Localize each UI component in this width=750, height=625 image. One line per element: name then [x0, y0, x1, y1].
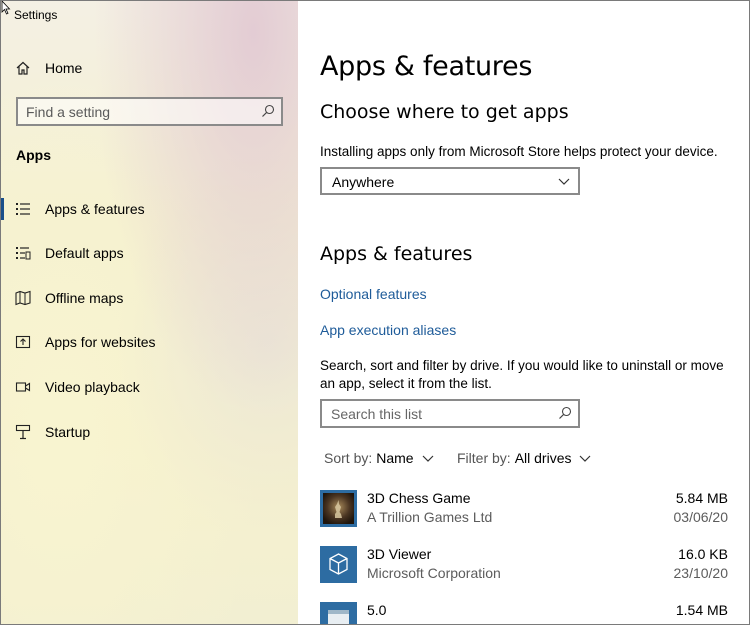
sidebar-item-label: Offline maps: [45, 290, 124, 306]
app-name: 5.0: [367, 602, 387, 618]
video-playback-icon: [15, 382, 31, 392]
search-list-input[interactable]: [331, 405, 546, 423]
app-window-icon: [320, 602, 357, 624]
sidebar-section-apps: Apps: [16, 147, 51, 163]
search-icon[interactable]: [261, 104, 275, 118]
chevron-down-icon: [580, 455, 591, 462]
startup-icon: [15, 424, 31, 440]
page-title: Apps & features: [320, 51, 533, 82]
app-source-dropdown[interactable]: Anywhere: [320, 167, 580, 195]
sidebar-item-video-playback[interactable]: Video playback: [1, 369, 298, 405]
sidebar-item-label: Video playback: [45, 379, 140, 395]
search-icon[interactable]: [558, 406, 572, 420]
dropdown-value: Anywhere: [332, 174, 395, 190]
sort-by-value: Name: [376, 450, 414, 466]
app-install-date: 23/10/20: [673, 565, 729, 581]
apps-for-websites-icon: [15, 335, 31, 349]
sidebar-item-default-apps[interactable]: Default apps: [1, 235, 298, 271]
list-item[interactable]: 3D Chess Game A Trillion Games Ltd 5.84 …: [320, 490, 749, 538]
sidebar-item-label: Default apps: [45, 245, 124, 261]
sidebar-item-startup[interactable]: Startup: [1, 414, 298, 450]
window-title: Settings: [14, 8, 58, 22]
sidebar-item-label: Startup: [45, 424, 91, 440]
sidebar-item-label: Apps & features: [45, 201, 145, 217]
app-size: 1.54 MB: [675, 602, 728, 618]
choose-apps-heading: Choose where to get apps: [320, 101, 569, 123]
sidebar: Settings Home Apps Apps & features: [1, 1, 298, 624]
list-description: Search, sort and filter by drive. If you…: [320, 358, 724, 391]
app-publisher: Microsoft Corporation: [367, 565, 501, 581]
apps-features-icon: [16, 203, 30, 215]
app-name: 3D Chess Game: [367, 490, 471, 506]
sidebar-item-apps-features[interactable]: Apps & features: [1, 191, 298, 227]
cube-icon: [320, 546, 357, 583]
chevron-down-icon: [422, 455, 434, 462]
filter-by-dropdown[interactable]: Filter by: All drives: [457, 450, 591, 466]
app-install-date: 03/06/20: [673, 509, 729, 525]
sidebar-item-apps-for-websites[interactable]: Apps for websites: [1, 324, 298, 360]
app-name: 3D Viewer: [367, 546, 432, 562]
sort-by-dropdown[interactable]: Sort by: Name: [324, 450, 434, 466]
chevron-down-icon: [558, 178, 570, 185]
main-content: Apps & features Choose where to get apps…: [298, 1, 749, 624]
selection-indicator: [1, 198, 4, 220]
home-label: Home: [45, 60, 83, 76]
sort-by-label: Sort by:: [324, 450, 373, 466]
filter-by-label: Filter by:: [457, 450, 511, 466]
offline-maps-icon: [15, 290, 31, 306]
app-size: 16.0 KB: [678, 546, 728, 562]
sidebar-item-label: Apps for websites: [45, 334, 156, 350]
sidebar-item-offline-maps[interactable]: Offline maps: [1, 280, 298, 316]
choose-apps-description: Installing apps only from Microsoft Stor…: [320, 144, 718, 159]
app-publisher: A Trillion Games Ltd: [367, 509, 493, 525]
app-execution-aliases-link[interactable]: App execution aliases: [320, 322, 456, 338]
list-item[interactable]: 5.0 1.54 MB: [320, 602, 749, 624]
mouse-cursor-icon: [1, 1, 11, 15]
list-item[interactable]: 3D Viewer Microsoft Corporation 16.0 KB …: [320, 546, 749, 594]
find-setting-search[interactable]: [16, 97, 283, 126]
sidebar-item-home[interactable]: Home: [1, 53, 298, 83]
apps-features-heading: Apps & features: [320, 243, 473, 265]
filter-by-value: All drives: [514, 450, 572, 466]
home-icon: [16, 61, 30, 75]
find-setting-input[interactable]: [26, 103, 251, 121]
settings-window: Settings Home Apps Apps & features: [0, 0, 750, 625]
default-apps-icon: [16, 247, 31, 260]
search-list-box[interactable]: [320, 399, 580, 428]
app-size: 5.84 MB: [675, 490, 728, 506]
optional-features-link[interactable]: Optional features: [320, 286, 427, 302]
chess-app-icon: [320, 490, 357, 527]
